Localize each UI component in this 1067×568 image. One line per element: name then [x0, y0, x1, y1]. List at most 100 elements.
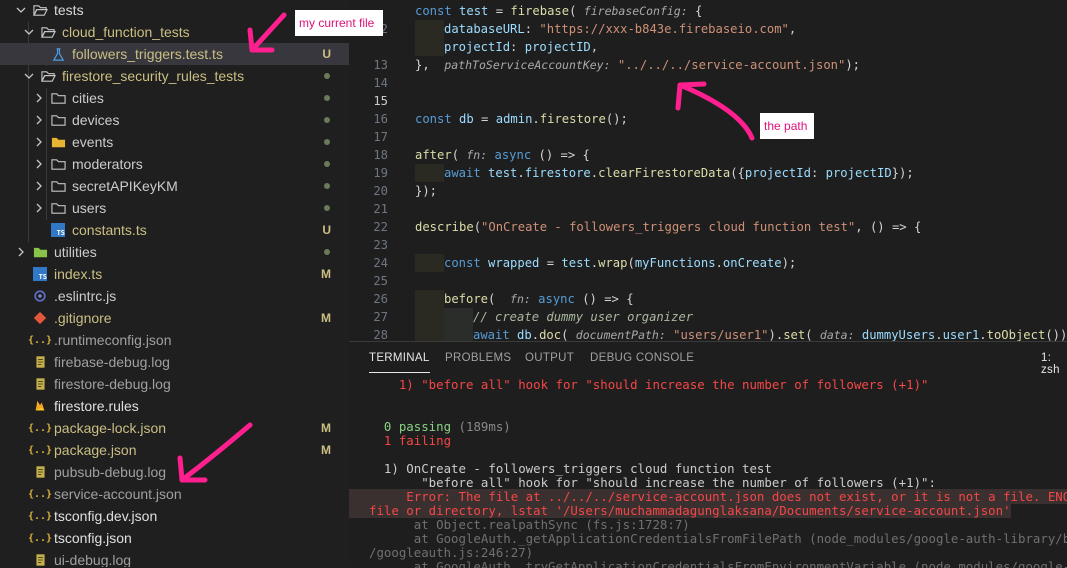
folder-utilities-icon	[32, 244, 48, 260]
code-token: :	[510, 40, 525, 54]
explorer-item[interactable]: utilities	[0, 241, 349, 263]
code-token: .	[517, 166, 525, 180]
explorer-item[interactable]: TS constants.ts U	[0, 219, 349, 241]
code-line[interactable]: 18 after( fn: async () => {	[349, 146, 1067, 164]
code-line[interactable]: 14	[349, 74, 1067, 92]
code-text: const db = admin.firestore();	[415, 110, 628, 128]
log-file-icon	[32, 464, 48, 480]
chevron-right-icon[interactable]	[32, 157, 46, 171]
terminal-line-text	[349, 447, 369, 462]
code-token: test	[488, 166, 518, 180]
code-text: });	[415, 182, 437, 200]
indent-highlight	[415, 38, 444, 56]
git-status-badge: M	[321, 443, 331, 457]
code-line[interactable]: 20});	[349, 182, 1067, 200]
chevron-right-icon[interactable]	[32, 113, 46, 127]
bottom-panel: TERMINAL PROBLEMS OUTPUT DEBUG CONSOLE 1…	[349, 341, 1067, 568]
code-line[interactable]: 26 before( fn: async () => {	[349, 290, 1067, 308]
code-line[interactable]: 19 await test.firestore.clearFirestoreDat…	[349, 164, 1067, 182]
code-line[interactable]: const test = firebase( firebaseConfig: {	[349, 2, 1067, 20]
explorer-item[interactable]: firestore_security_rules_tests	[0, 65, 349, 87]
explorer-item[interactable]: firestore.rules	[0, 395, 349, 417]
indent-highlight	[415, 20, 444, 38]
explorer-item[interactable]: secretAPIKeyKM	[0, 175, 349, 197]
git-status-badge: M	[321, 311, 331, 325]
chevron-right-icon[interactable]	[14, 245, 28, 259]
explorer-item[interactable]: cities	[0, 87, 349, 109]
git-status-dot	[324, 95, 330, 101]
explorer-item[interactable]: moderators	[0, 153, 349, 175]
explorer-item[interactable]: followers_triggers.test.ts U	[0, 43, 349, 65]
tab-output[interactable]: OUTPUT	[525, 352, 574, 364]
chevron-down-icon[interactable]	[22, 25, 36, 39]
chevron-right-icon[interactable]	[32, 179, 46, 193]
tab-terminal[interactable]: TERMINAL	[369, 352, 430, 373]
code-token: test	[561, 256, 591, 270]
chevron-right-icon[interactable]	[32, 201, 46, 215]
explorer-item[interactable]: {..} tsconfig.dev.json	[0, 505, 349, 527]
code-line[interactable]: 17	[349, 128, 1067, 146]
tab-problems[interactable]: PROBLEMS	[445, 352, 511, 364]
explorer-item[interactable]: {..} .runtimeconfig.json	[0, 329, 349, 351]
chevron-down-icon[interactable]	[14, 3, 28, 17]
explorer-item[interactable]: events	[0, 131, 349, 153]
code-line[interactable]: 21	[349, 200, 1067, 218]
code-line[interactable]: 16 const db = admin.firestore();	[349, 110, 1067, 128]
explorer-item[interactable]: {..} package-lock.json M	[0, 417, 349, 439]
code-token: dummyUsers	[861, 328, 936, 341]
explorer-item-label: devices	[72, 112, 120, 128]
chevron-right-icon[interactable]	[32, 91, 46, 105]
code-line[interactable]: 22 describe("OnCreate - followers_trigger…	[349, 218, 1067, 236]
code-token: (	[627, 256, 635, 270]
explorer-item-label: firestore.rules	[54, 398, 139, 414]
line-number: 16	[373, 112, 388, 126]
explorer-item[interactable]: TS index.ts M	[0, 263, 349, 285]
chevron-down-icon[interactable]	[22, 69, 36, 83]
explorer-item[interactable]: pubsub-debug.log	[0, 461, 349, 483]
explorer-item-label: .runtimeconfig.json	[54, 332, 172, 348]
tab-debug-console[interactable]: DEBUG CONSOLE	[590, 352, 694, 364]
code-token: );	[845, 58, 861, 72]
explorer-item-label: pubsub-debug.log	[54, 464, 167, 480]
code-editor[interactable]: const test = firebase( firebaseConfig: {…	[349, 0, 1067, 341]
code-line[interactable]: projectId: projectID,	[349, 38, 1067, 56]
terminal-line-text: "before all" hook for "should increase t…	[369, 475, 936, 490]
explorer-item-label: ui-debug.log	[54, 552, 132, 567]
code-token: firebase	[510, 4, 570, 18]
code-line[interactable]: 24 const wrapped = test.wrap(myFunctions.…	[349, 254, 1067, 272]
code-token: const	[415, 4, 460, 18]
explorer-item[interactable]: {..} package.json M	[0, 439, 349, 461]
code-token: });	[891, 166, 914, 180]
line-number: 15	[373, 94, 388, 108]
explorer-item[interactable]: ui-debug.log	[0, 549, 349, 567]
folder-open-icon	[32, 2, 48, 18]
code-line[interactable]: 13}, pathToServiceAccountKey: "../../../…	[349, 56, 1067, 74]
explorer-item[interactable]: users	[0, 197, 349, 219]
explorer-item[interactable]: firestore-debug.log	[0, 373, 349, 395]
terminal-line-text: Error: The file at ../../../service-acco…	[349, 489, 1067, 504]
explorer-item[interactable]: .eslintrc.js	[0, 285, 349, 307]
code-line[interactable]: 27 // create dummy user organizer	[349, 308, 1067, 326]
explorer-item[interactable]: .gitignore M	[0, 307, 349, 329]
explorer-item[interactable]: {..} tsconfig.json	[0, 527, 349, 549]
chevron-right-icon[interactable]	[32, 135, 46, 149]
terminal-line-text	[349, 391, 369, 406]
explorer-item[interactable]: devices	[0, 109, 349, 131]
explorer-item-label: cities	[72, 90, 104, 106]
code-line[interactable]: 15	[349, 92, 1067, 110]
code-line[interactable]: 28 await db.doc( documentPath: "users/use…	[349, 326, 1067, 341]
terminal-shell-select[interactable]: 1: zsh	[1041, 352, 1067, 376]
code-line[interactable]: 23	[349, 236, 1067, 254]
line-number: 23	[373, 238, 388, 252]
explorer-item[interactable]: firebase-debug.log	[0, 351, 349, 373]
code-line[interactable]: 25	[349, 272, 1067, 290]
terminal-line-text: 1) OnCreate - followers_triggers cloud f…	[369, 461, 772, 476]
indent-highlight	[444, 308, 473, 326]
code-token: () => {	[574, 292, 634, 306]
code-token: db	[517, 328, 532, 341]
explorer-item[interactable]: {..} service-account.json	[0, 483, 349, 505]
code-token: firestore	[524, 166, 591, 180]
terminal-line-text: at GoogleAuth._getApplicationCredentials…	[413, 531, 1067, 546]
code-line[interactable]: 12databaseURL: "https://xxx-b843e.fireba…	[349, 20, 1067, 38]
